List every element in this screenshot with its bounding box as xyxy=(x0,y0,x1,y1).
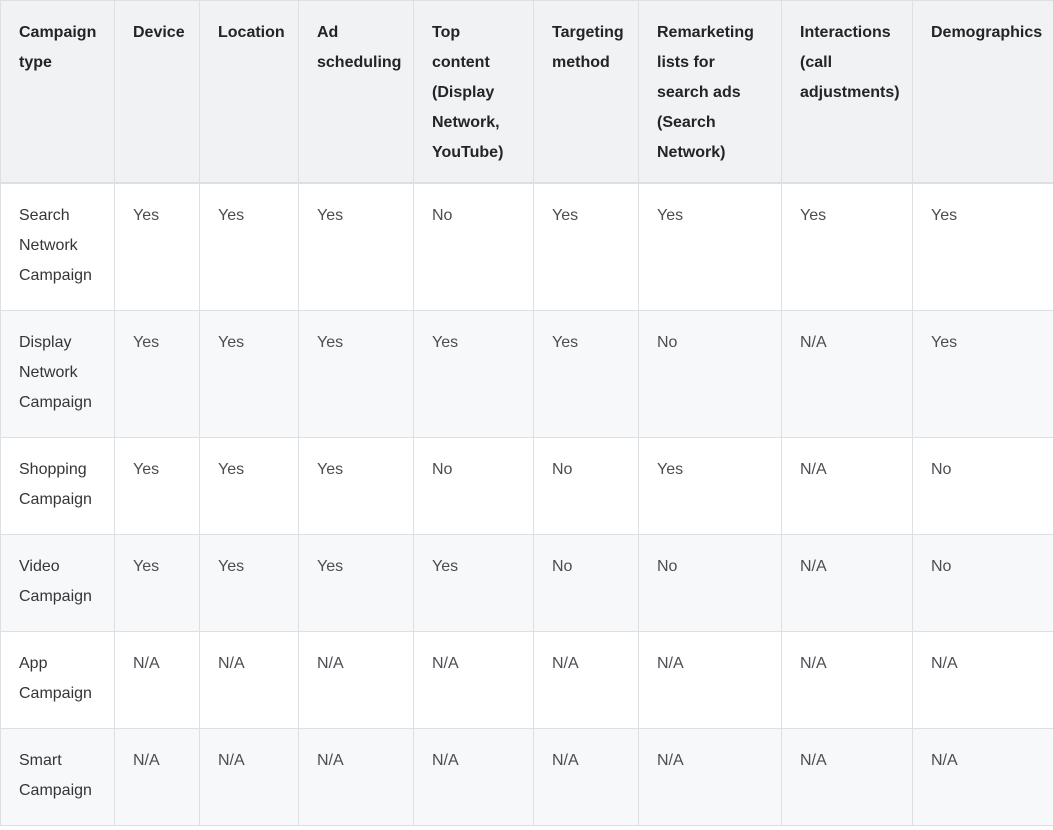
header-row: Campaign type Device Location Ad schedul… xyxy=(0,0,1053,184)
demographics-cell: No xyxy=(912,436,1053,535)
demographics-cell: N/A xyxy=(912,630,1053,729)
location-cell: N/A xyxy=(199,727,299,826)
campaign-type-cell: Search Network Campaign xyxy=(0,182,115,311)
location-cell: Yes xyxy=(199,182,299,311)
location-cell: Yes xyxy=(199,436,299,535)
demographics-cell: N/A xyxy=(912,727,1053,826)
ad-scheduling-cell: Yes xyxy=(298,182,414,311)
campaign-bid-adjustments-table: Campaign type Device Location Ad schedul… xyxy=(0,0,1053,826)
device-cell: N/A xyxy=(114,727,200,826)
demographics-cell: Yes xyxy=(912,309,1053,438)
ad-scheduling-cell: Yes xyxy=(298,309,414,438)
top-content-cell: N/A xyxy=(413,727,534,826)
campaign-type-cell: Video Campaign xyxy=(0,533,115,632)
top-content-cell: N/A xyxy=(413,630,534,729)
top-content-cell: Yes xyxy=(413,533,534,632)
table-row: Smart Campaign N/A N/A N/A N/A N/A N/A N… xyxy=(0,727,1053,826)
header-demographics: Demographics xyxy=(912,0,1053,184)
campaign-type-cell: Display Network Campaign xyxy=(0,309,115,438)
ad-scheduling-cell: N/A xyxy=(298,727,414,826)
interactions-cell: N/A xyxy=(781,309,913,438)
device-cell: Yes xyxy=(114,182,200,311)
targeting-method-cell: N/A xyxy=(533,630,639,729)
demographics-cell: No xyxy=(912,533,1053,632)
interactions-cell: N/A xyxy=(781,533,913,632)
top-content-cell: No xyxy=(413,182,534,311)
device-cell: Yes xyxy=(114,436,200,535)
header-remarketing-lists: Remarketing lists for search ads (Search… xyxy=(638,0,782,184)
campaign-type-cell: Smart Campaign xyxy=(0,727,115,826)
interactions-cell: N/A xyxy=(781,630,913,729)
header-top-content: Top content (Display Network, YouTube) xyxy=(413,0,534,184)
device-cell: Yes xyxy=(114,533,200,632)
ad-scheduling-cell: Yes xyxy=(298,436,414,535)
location-cell: Yes xyxy=(199,309,299,438)
header-location: Location xyxy=(199,0,299,184)
table-row: Search Network Campaign Yes Yes Yes No Y… xyxy=(0,182,1053,311)
interactions-cell: Yes xyxy=(781,182,913,311)
remarketing-lists-cell: N/A xyxy=(638,727,782,826)
demographics-cell: Yes xyxy=(912,182,1053,311)
ad-scheduling-cell: N/A xyxy=(298,630,414,729)
ad-scheduling-cell: Yes xyxy=(298,533,414,632)
location-cell: N/A xyxy=(199,630,299,729)
interactions-cell: N/A xyxy=(781,727,913,826)
table-row: App Campaign N/A N/A N/A N/A N/A N/A N/A… xyxy=(0,630,1053,729)
remarketing-lists-cell: N/A xyxy=(638,630,782,729)
remarketing-lists-cell: Yes xyxy=(638,182,782,311)
remarketing-lists-cell: Yes xyxy=(638,436,782,535)
interactions-cell: N/A xyxy=(781,436,913,535)
header-targeting-method: Targeting method xyxy=(533,0,639,184)
device-cell: N/A xyxy=(114,630,200,729)
targeting-method-cell: No xyxy=(533,533,639,632)
table-row: Display Network Campaign Yes Yes Yes Yes… xyxy=(0,309,1053,438)
device-cell: Yes xyxy=(114,309,200,438)
targeting-method-cell: Yes xyxy=(533,309,639,438)
campaign-type-cell: Shopping Campaign xyxy=(0,436,115,535)
header-campaign-type: Campaign type xyxy=(0,0,115,184)
top-content-cell: Yes xyxy=(413,309,534,438)
targeting-method-cell: No xyxy=(533,436,639,535)
remarketing-lists-cell: No xyxy=(638,309,782,438)
table-row: Video Campaign Yes Yes Yes Yes No No N/A… xyxy=(0,533,1053,632)
targeting-method-cell: Yes xyxy=(533,182,639,311)
targeting-method-cell: N/A xyxy=(533,727,639,826)
header-interactions: Interactions (call adjustments) xyxy=(781,0,913,184)
remarketing-lists-cell: No xyxy=(638,533,782,632)
location-cell: Yes xyxy=(199,533,299,632)
header-device: Device xyxy=(114,0,200,184)
header-ad-scheduling: Ad scheduling xyxy=(298,0,414,184)
top-content-cell: No xyxy=(413,436,534,535)
campaign-type-cell: App Campaign xyxy=(0,630,115,729)
table-row: Shopping Campaign Yes Yes Yes No No Yes … xyxy=(0,436,1053,535)
